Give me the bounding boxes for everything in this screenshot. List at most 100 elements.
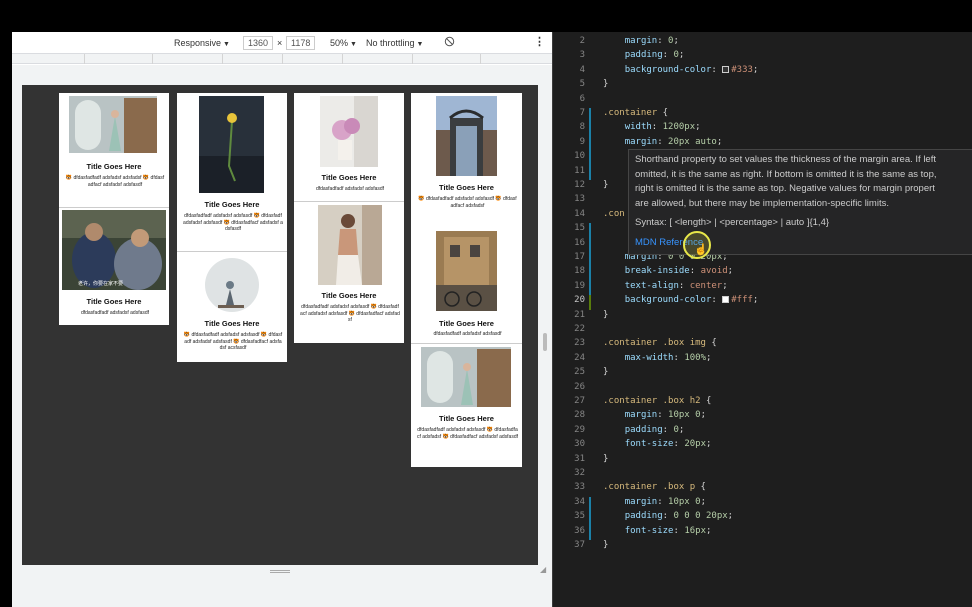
code-text: margin: 10px 0; (624, 496, 706, 507)
code-line[interactable]: 36 font-size: 16px; (553, 525, 972, 540)
code-line[interactable]: 27 .container .box h2 { (553, 396, 972, 410)
viewport-resize-handle[interactable] (543, 333, 547, 351)
device-select[interactable]: Responsive ▼ (174, 38, 230, 48)
git-change-marker (589, 136, 591, 152)
code-text: .container { (603, 108, 669, 118)
git-change-marker (589, 165, 591, 180)
git-change-marker (589, 237, 591, 252)
code-text: .container .box h2 { (603, 396, 712, 406)
media-query-ruler[interactable] (12, 54, 552, 64)
line-number: 17 (574, 252, 585, 262)
line-number: 28 (574, 410, 585, 421)
git-change-marker (589, 496, 591, 512)
line-number: 2 (579, 36, 585, 46)
card: Title Goes Here dfdasfadfadf adsfadsf ad… (411, 344, 522, 467)
code-text: margin: 10px 0; (624, 410, 706, 421)
code-line[interactable]: 34 margin: 10px 0; (553, 496, 972, 512)
page-viewport: Title Goes Here 🐯 dfdasfadfadf adsfadsf … (22, 85, 538, 565)
code-line[interactable]: 7 .container { (553, 108, 972, 123)
viewport-bottom-handle[interactable] (270, 570, 290, 573)
card-title: Title Goes Here (86, 162, 142, 171)
code-line[interactable]: 8 width: 1200px; (553, 122, 972, 137)
card-text: dfdasfadfadf adsfadsf adsfasdf 🐯 dfdasfa… (183, 213, 283, 232)
line-number: 24 (574, 352, 585, 363)
code-text: font-size: 16px; (624, 525, 712, 536)
code-line[interactable]: 31} (553, 454, 972, 468)
code-text: padding: 0; (624, 424, 685, 435)
corner-resize-icon[interactable]: ◢ (540, 565, 548, 574)
git-change-marker (589, 252, 591, 267)
line-number: 6 (579, 93, 585, 104)
code-line[interactable]: 21} (553, 310, 972, 324)
code-text: padding: 0 0 0 20px; (624, 511, 734, 522)
code-text: } (603, 540, 609, 550)
code-line[interactable]: 33 .container .box p { (553, 482, 972, 496)
code-text: .container .box p { (603, 482, 706, 493)
code-line[interactable]: 25} (553, 367, 972, 381)
code-text: } (603, 79, 609, 90)
line-number: 22 (574, 324, 585, 334)
width-input[interactable]: 1360 (243, 36, 274, 50)
line-number: 25 (574, 367, 585, 378)
card: Title Goes Here 🐯 dfdasfadfadf adsfadsf … (177, 252, 287, 362)
card-text: dfdasfadfadf adsfadsf adsfasdf (80, 310, 150, 316)
code-text: } (603, 309, 609, 320)
line-number: 18 (574, 266, 585, 277)
code-line[interactable]: 2 margin: 0; (553, 36, 972, 50)
card-text: 🐯 dfdasfadfadf adsfadsf adsfadsf 🐯 dfdas… (65, 175, 165, 188)
code-line[interactable]: 28 margin: 10px 0; (553, 410, 972, 424)
code-line[interactable]: 23 .container .box img { (553, 338, 972, 352)
code-line[interactable]: 37} (553, 540, 972, 554)
line-number: 19 (574, 280, 585, 291)
git-change-marker (589, 122, 591, 137)
code-text: break-inside: avoid; (624, 266, 734, 277)
line-number: 34 (574, 496, 585, 507)
line-number: 9 (579, 136, 585, 147)
code-text: background-color: #333; (624, 64, 759, 75)
throttling-select[interactable]: No throttling ▼ (366, 38, 423, 48)
code-line[interactable]: 30 font-size: 20px; (553, 439, 972, 453)
git-change-marker (589, 223, 591, 238)
line-number: 14 (574, 208, 585, 219)
code-text: margin: 0; (624, 36, 679, 46)
code-text: .container .box img { (603, 338, 717, 349)
code-line[interactable]: 22 (553, 324, 972, 338)
card-text: 🐯 dfdasfadfadf adsfadsf adsfasdf 🐯 dfdas… (418, 196, 517, 209)
zoom-select[interactable]: 50% ▼ (330, 38, 357, 48)
code-line[interactable]: 29 padding: 0; (553, 425, 972, 439)
card-title: Title Goes Here (204, 200, 260, 209)
code-line[interactable]: 32 (553, 468, 972, 482)
card-image (320, 96, 378, 167)
line-number: 11 (574, 165, 585, 176)
code-line[interactable]: 3 padding: 0; (553, 50, 972, 64)
viewport-area: Title Goes Here 🐯 dfdasfadfadf adsfadsf … (12, 65, 552, 607)
line-number: 13 (574, 194, 585, 205)
code-line[interactable]: 19 text-align: center; (553, 280, 972, 296)
card-divider (59, 207, 169, 208)
code-line[interactable]: 18 break-inside: avoid; (553, 266, 972, 281)
line-number: 36 (574, 525, 585, 536)
code-line[interactable]: 20 background-color: #fff; (553, 295, 972, 310)
code-line[interactable]: 26 (553, 382, 972, 396)
height-input[interactable]: 1178 (286, 36, 316, 50)
line-number: 20 (574, 295, 585, 306)
code-line[interactable]: 5} (553, 79, 972, 93)
code-line[interactable]: 6 (553, 94, 972, 108)
more-options-icon[interactable]: ⋮ (534, 35, 545, 48)
code-text: } (603, 453, 609, 464)
card-text: 🐯 dfdasfadfadf adsfadsf adsfasdf 🐯 dfdas… (183, 332, 283, 351)
tooltip-description-line: omitted, it is the same as right. If bot… (635, 168, 937, 180)
code-line[interactable]: 4 background-color: #333; (553, 65, 972, 79)
code-line[interactable]: 35 padding: 0 0 0 20px; (553, 511, 972, 526)
card-text: dfdasfadfadf adsfadsf adsfasdf 🐯 dfdasfa… (300, 304, 400, 323)
rotate-icon[interactable] (444, 36, 455, 49)
code-editor[interactable]: 2 margin: 0; 3 padding: 0; 4 background-co… (553, 32, 972, 607)
line-number: 23 (574, 338, 585, 349)
code-text: padding: 0; (624, 50, 685, 61)
line-number: 16 (574, 237, 585, 248)
git-change-marker (589, 151, 591, 166)
code-line[interactable]: 24 max-width: 100%; (553, 353, 972, 367)
card-title: Title Goes Here (439, 414, 494, 423)
line-number: 12 (574, 180, 585, 190)
code-text: .con (603, 208, 625, 219)
